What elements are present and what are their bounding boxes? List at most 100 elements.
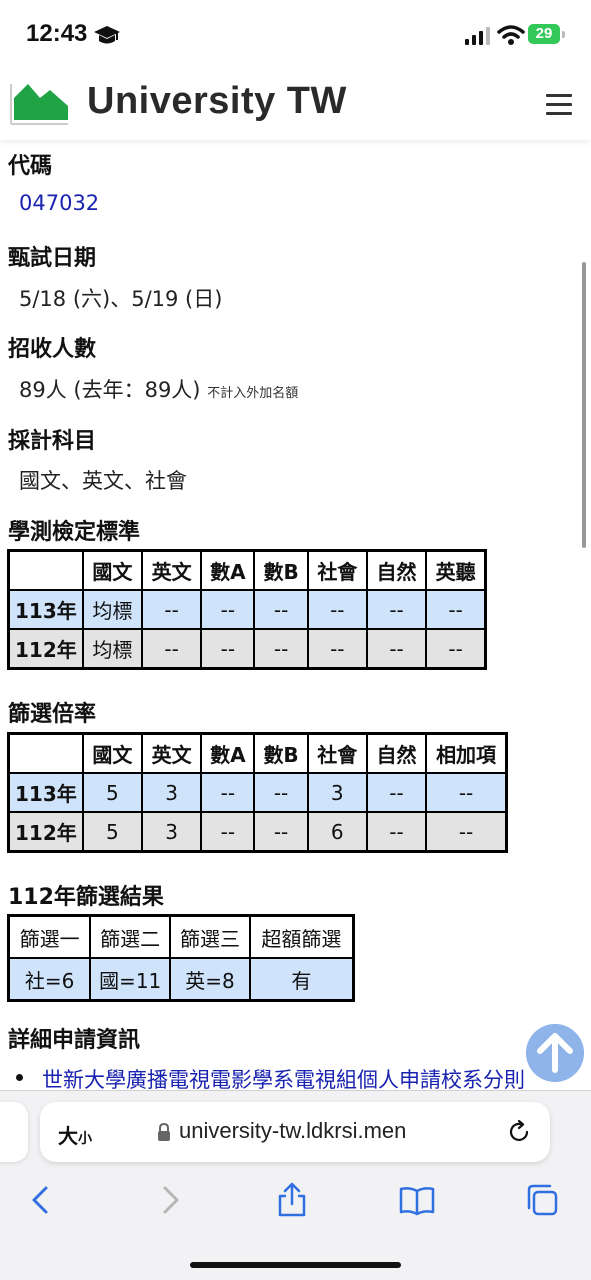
table-cell: 社=6 [7,957,92,1002]
table-cell: 均標 [81,589,144,630]
gsat-standard-table: 國文 英文 數A 數B 社會 自然 英聽 113年 均標 -- -- -- --… [7,549,487,670]
list-bullet [16,1074,23,1081]
text-size-button[interactable]: 大小 [58,1120,92,1149]
enrollment-count: 89人 (去年：89人) [19,378,201,402]
table-row: 113年 5 3 -- -- 3 -- -- [7,772,508,813]
table-cell: -- [200,772,256,813]
table-cell: -- [253,628,309,670]
row-year: 113年 [7,589,84,630]
text-size-small: 小 [78,1131,92,1147]
table-corner-cell [7,732,84,774]
table-cell: -- [200,811,256,853]
column-header: 國文 [81,732,144,774]
table-header-row: 篩選一 篩選二 篩選三 超額篩選 [7,914,355,959]
screening-ratio-table: 國文 英文 數A 數B 社會 自然 相加項 113年 5 3 -- -- 3 -… [7,732,508,853]
table-row: 社=6 國=11 英=8 有 [7,957,355,1002]
table-cell: -- [141,628,203,670]
site-header: University TW [0,72,591,140]
table-cell: 國=11 [89,957,172,1002]
code-heading: 代碼 [8,154,53,179]
column-header: 篩選二 [89,914,172,959]
table-cell: 均標 [81,628,144,670]
table-cell: -- [365,772,428,813]
hamburger-menu-icon[interactable] [546,94,572,116]
table-cell: 英=8 [169,957,251,1002]
table-row: 113年 均標 -- -- -- -- -- -- [7,589,487,630]
table-cell: 3 [141,772,203,813]
column-header: 英文 [141,732,203,774]
table-cell: -- [365,589,428,630]
lock-icon [158,1122,170,1141]
subjects-heading: 採計科目 [8,429,97,454]
table-cell: 5 [81,811,144,853]
enrollment-note: 不計入外加名額 [207,386,299,401]
address-bar[interactable]: 大小 university-tw.ldkrsi.men [40,1102,550,1162]
exam-date-value: 5/18 (六)、5/19 (日) [19,287,223,311]
column-header: 國文 [81,549,144,591]
battery-level: 29 [528,24,560,44]
column-header: 社會 [306,549,368,591]
forward-icon[interactable] [151,1182,187,1218]
table-cell: -- [365,811,428,853]
row-year: 112年 [7,811,84,853]
main-content: 代碼 047032 甄試日期 5/18 (六)、5/19 (日) 招收人數 89… [0,140,591,1090]
column-header: 數B [253,732,309,774]
bookmarks-icon[interactable] [399,1182,435,1218]
back-icon[interactable] [24,1182,60,1218]
text-size-large: 大 [58,1124,78,1148]
table-cell: -- [253,772,309,813]
table-cell: -- [200,589,256,630]
table-cell: -- [425,811,508,853]
exam-date-heading: 甄試日期 [8,246,97,271]
enrollment-heading: 招收人數 [8,337,97,362]
column-header: 數A [200,732,256,774]
column-header: 英文 [141,549,203,591]
graduation-cap-icon [94,26,120,44]
battery-icon: 29 [528,24,566,46]
column-header: 英聽 [425,549,487,591]
table-row: 112年 均標 -- -- -- -- -- -- [7,628,487,670]
reload-icon[interactable] [506,1119,532,1145]
column-header: 篩選一 [7,914,92,959]
table-cell: 3 [141,811,203,853]
table-cell: -- [141,589,203,630]
gsat-standard-heading: 學測檢定標準 [8,520,141,545]
tabs-icon[interactable] [524,1182,560,1218]
screening-result-table: 篩選一 篩選二 篩選三 超額篩選 社=6 國=11 英=8 有 [7,914,355,1002]
site-title[interactable]: University TW [87,80,347,123]
share-icon[interactable] [274,1182,310,1218]
cellular-signal-icon [465,27,490,45]
details-heading: 詳細申請資訊 [8,1028,141,1053]
table-row: 112年 5 3 -- -- 6 -- -- [7,811,508,853]
url-text[interactable]: university-tw.ldkrsi.men [179,1118,406,1144]
table-cell: -- [306,628,368,670]
home-indicator [190,1262,401,1268]
column-header: 超額篩選 [248,914,355,959]
table-header-row: 國文 英文 數A 數B 社會 自然 英聽 [7,549,487,591]
screening-ratio-heading: 篩選倍率 [8,702,97,727]
table-cell: 3 [306,772,368,813]
column-header: 自然 [365,732,428,774]
column-header: 數A [200,549,256,591]
scrollbar[interactable] [582,262,586,548]
status-time: 12:43 [26,20,88,47]
subjects-value: 國文、英文、社會 [19,469,187,493]
table-cell: -- [253,589,309,630]
table-cell: -- [425,772,508,813]
scroll-to-top-button[interactable] [526,1024,584,1082]
screening-result-heading: 112年篩選結果 [8,885,164,910]
previous-tab-card[interactable] [0,1102,28,1162]
row-year: 112年 [7,628,84,670]
table-cell: -- [425,628,487,670]
table-cell: 5 [81,772,144,813]
column-header: 自然 [365,549,428,591]
table-cell: -- [253,811,309,853]
column-header: 數B [253,549,309,591]
enrollment-value: 89人 (去年：89人) 不計入外加名額 [19,374,298,404]
table-cell: 有 [248,957,355,1002]
column-header: 社會 [306,732,368,774]
site-logo-icon[interactable] [10,78,70,126]
code-value[interactable]: 047032 [19,191,99,215]
table-header-row: 國文 英文 數A 數B 社會 自然 相加項 [7,732,508,774]
table-cell: -- [365,628,428,670]
